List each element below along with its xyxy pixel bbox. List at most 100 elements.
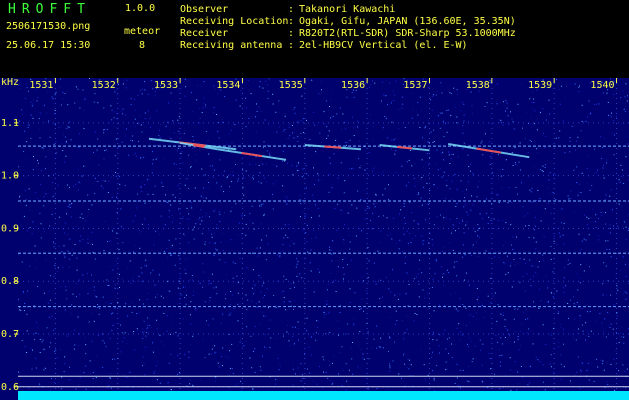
noise-speck bbox=[213, 107, 215, 108]
noise-speck bbox=[315, 339, 317, 341]
noise-speck bbox=[500, 337, 502, 339]
noise-speck bbox=[550, 332, 552, 334]
noise-speck bbox=[394, 341, 395, 343]
noise-speck bbox=[60, 104, 62, 106]
noise-speck bbox=[520, 366, 522, 367]
noise-speck bbox=[424, 297, 426, 299]
noise-speck bbox=[532, 275, 534, 277]
noise-speck bbox=[380, 230, 382, 232]
noise-speck bbox=[445, 197, 446, 199]
noise-speck bbox=[218, 137, 220, 139]
noise-speck bbox=[223, 191, 225, 193]
noise-speck bbox=[336, 113, 338, 115]
noise-speck bbox=[430, 131, 432, 133]
noise-speck bbox=[573, 211, 575, 213]
noise-speck bbox=[31, 368, 33, 370]
noise-speck bbox=[437, 115, 439, 117]
noise-speck bbox=[208, 283, 210, 285]
noise-speck bbox=[374, 174, 376, 176]
noise-speck bbox=[522, 206, 524, 207]
noise-speck bbox=[344, 257, 346, 259]
noise-speck bbox=[324, 123, 326, 125]
noise-speck bbox=[119, 287, 120, 288]
noise-speck bbox=[134, 152, 136, 154]
noise-speck bbox=[423, 364, 425, 366]
noise-speck bbox=[155, 90, 157, 92]
noise-speck bbox=[552, 87, 554, 89]
x-tick-label: 1533 bbox=[154, 80, 178, 91]
noise-speck bbox=[258, 181, 260, 183]
noise-speck bbox=[602, 283, 604, 285]
noise-speck bbox=[171, 319, 172, 321]
noise-speck bbox=[624, 370, 626, 372]
noise-speck bbox=[94, 131, 96, 133]
header-panel: HROFFT 1.0.0 2506171530.png 25.06.17 15:… bbox=[0, 0, 629, 78]
noise-speck bbox=[53, 241, 54, 243]
noise-speck bbox=[152, 159, 154, 161]
noise-speck bbox=[257, 255, 259, 257]
noise-speck bbox=[174, 148, 176, 150]
noise-speck bbox=[450, 114, 452, 116]
noise-speck bbox=[287, 237, 289, 238]
noise-speck bbox=[246, 267, 248, 269]
noise-speck bbox=[364, 209, 366, 211]
noise-speck bbox=[192, 290, 194, 292]
noise-speck bbox=[379, 298, 381, 300]
noise-speck bbox=[99, 307, 101, 309]
noise-speck bbox=[579, 387, 581, 389]
noise-speck bbox=[35, 332, 37, 334]
noise-speck bbox=[209, 216, 210, 218]
noise-speck bbox=[56, 141, 58, 143]
noise-speck bbox=[262, 203, 264, 205]
noise-speck bbox=[64, 232, 65, 234]
noise-speck bbox=[459, 298, 461, 300]
noise-speck bbox=[507, 329, 509, 331]
noise-speck bbox=[209, 242, 211, 244]
noise-speck bbox=[258, 275, 260, 277]
noise-speck bbox=[110, 387, 112, 389]
noise-speck bbox=[228, 374, 230, 376]
noise-speck bbox=[537, 152, 539, 154]
noise-speck bbox=[420, 197, 422, 199]
noise-speck bbox=[418, 192, 420, 194]
noise-speck bbox=[301, 200, 303, 202]
location-label: Receiving Location bbox=[180, 16, 289, 27]
noise-speck bbox=[174, 264, 176, 266]
noise-speck bbox=[156, 319, 158, 321]
noise-speck bbox=[272, 194, 273, 195]
noise-speck bbox=[422, 289, 424, 291]
noise-speck bbox=[484, 317, 485, 318]
noise-speck bbox=[114, 358, 116, 360]
noise-speck bbox=[190, 323, 192, 325]
noise-speck bbox=[560, 327, 562, 329]
noise-speck bbox=[249, 219, 251, 221]
noise-speck bbox=[158, 135, 160, 137]
noise-speck bbox=[170, 389, 172, 391]
noise-speck bbox=[192, 294, 194, 296]
noise-speck bbox=[530, 117, 532, 119]
noise-speck bbox=[459, 369, 461, 371]
spectrogram-chart: kHz 1531 1532 1533 1534 1535 1536 1537 1538 1539… bbox=[0, 78, 629, 400]
noise-speck bbox=[207, 188, 209, 190]
noise-speck bbox=[205, 215, 207, 217]
noise-speck bbox=[87, 293, 89, 294]
noise-speck bbox=[237, 320, 239, 322]
noise-speck bbox=[229, 186, 231, 188]
noise-speck bbox=[137, 193, 139, 195]
noise-speck bbox=[262, 87, 264, 89]
noise-speck bbox=[257, 114, 259, 116]
noise-speck bbox=[597, 169, 599, 171]
noise-speck bbox=[529, 365, 531, 367]
noise-speck bbox=[494, 256, 496, 258]
noise-speck bbox=[226, 177, 228, 179]
noise-speck bbox=[535, 272, 537, 274]
noise-speck bbox=[524, 262, 526, 264]
noise-speck bbox=[417, 223, 419, 224]
noise-speck bbox=[328, 191, 330, 193]
noise-speck bbox=[607, 380, 608, 382]
noise-speck bbox=[456, 122, 458, 124]
x-tick-label: 1534 bbox=[216, 80, 240, 91]
noise-speck bbox=[126, 172, 128, 174]
noise-speck bbox=[116, 232, 118, 234]
noise-speck bbox=[141, 88, 143, 90]
